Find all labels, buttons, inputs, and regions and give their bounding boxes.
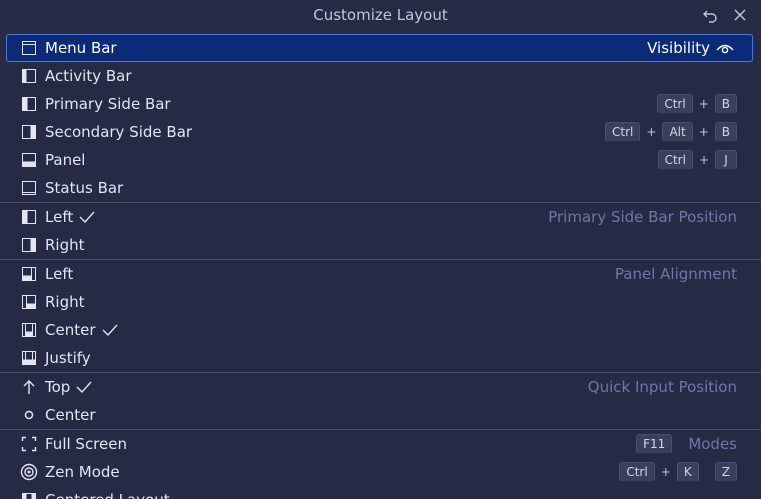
- panel-align-center-icon: [20, 321, 38, 339]
- panel-align-right-option[interactable]: Right: [0, 288, 761, 316]
- keybinding: Ctrl + J: [657, 146, 737, 174]
- check-icon: [76, 380, 92, 394]
- keybinding: Ctrl + B: [657, 90, 737, 118]
- group-label: Modes: [688, 435, 737, 453]
- option-label: Justify: [45, 349, 91, 367]
- option-label: Center: [45, 321, 96, 339]
- option-label: Zen Mode: [45, 463, 120, 481]
- group-label: Primary Side Bar Position: [548, 208, 737, 226]
- layout-options-list: Menu Bar Visibility Activity Bar Primary…: [0, 34, 761, 499]
- status-bar-option[interactable]: Status Bar: [0, 174, 761, 202]
- side-bar-left-icon: [20, 208, 38, 226]
- arrow-up-icon: [20, 378, 38, 396]
- option-label: Activity Bar: [45, 67, 132, 85]
- key: J: [715, 150, 737, 170]
- check-icon: [79, 210, 95, 224]
- key: Z: [714, 462, 737, 482]
- key: B: [714, 94, 737, 114]
- option-label: Menu Bar: [45, 39, 117, 57]
- menu-bar-icon: [20, 39, 38, 57]
- side-bar-right-option[interactable]: Right: [0, 231, 761, 259]
- option-label: Top: [45, 378, 71, 396]
- key: Alt: [662, 122, 693, 142]
- quick-input-top-option[interactable]: Top Quick Input Position: [0, 373, 761, 401]
- dialog-title: Customize Layout: [313, 6, 448, 24]
- panel-align-right-icon: [20, 293, 38, 311]
- secondary-side-bar-option[interactable]: Secondary Side Bar Ctrl + Alt + B: [0, 118, 761, 146]
- zen-mode-icon: [20, 463, 38, 481]
- menu-bar-option[interactable]: Menu Bar Visibility: [6, 34, 753, 62]
- key: Ctrl: [657, 150, 693, 170]
- key: Ctrl: [605, 122, 641, 142]
- key: Ctrl: [657, 94, 693, 114]
- zen-mode-option[interactable]: Zen Mode Ctrl + K Z: [0, 458, 761, 486]
- option-label: Right: [45, 236, 85, 254]
- group-label: Quick Input Position: [587, 378, 737, 396]
- centered-layout-icon: [20, 491, 38, 499]
- side-bar-right-icon: [20, 236, 38, 254]
- keybinding: Ctrl + K Z: [619, 458, 737, 486]
- undo-icon: [703, 10, 717, 23]
- close-icon: [734, 9, 746, 21]
- key: B: [714, 122, 737, 142]
- secondary-side-bar-icon: [20, 123, 38, 141]
- full-screen-option[interactable]: Full Screen F11 Modes: [0, 430, 761, 458]
- keybinding: Ctrl + Alt + B: [605, 118, 737, 146]
- close-button[interactable]: [729, 4, 751, 26]
- option-label: Panel: [45, 151, 86, 169]
- key: K: [676, 462, 699, 482]
- option-label: Centered Layout: [45, 491, 170, 499]
- key: F11: [636, 434, 673, 454]
- primary-side-bar-option[interactable]: Primary Side Bar Ctrl + B: [0, 90, 761, 118]
- reset-button[interactable]: [699, 4, 721, 26]
- option-label: Center: [45, 406, 96, 424]
- eye-icon: [716, 44, 734, 54]
- option-label: Status Bar: [45, 179, 124, 197]
- side-bar-left-option[interactable]: Left Primary Side Bar Position: [0, 203, 761, 231]
- panel-align-left-option[interactable]: Left Panel Alignment: [0, 260, 761, 288]
- group-label: Panel Alignment: [614, 265, 737, 283]
- primary-side-bar-icon: [20, 95, 38, 113]
- activity-bar-icon: [20, 67, 38, 85]
- option-label: Left: [45, 208, 74, 226]
- title-bar: Customize Layout: [0, 0, 761, 30]
- option-label: Full Screen: [45, 435, 127, 453]
- panel-align-left-icon: [20, 265, 38, 283]
- option-label: Right: [45, 293, 85, 311]
- option-label: Left: [45, 265, 74, 283]
- centered-layout-option[interactable]: Centered Layout: [0, 486, 761, 499]
- panel-align-justify-icon: [20, 349, 38, 367]
- panel-option[interactable]: Panel Ctrl + J: [0, 146, 761, 174]
- option-label: Primary Side Bar: [45, 95, 171, 113]
- customize-layout-dialog: Customize Layout Menu Bar Visibility Act…: [0, 0, 761, 499]
- panel-align-center-option[interactable]: Center: [0, 316, 761, 344]
- panel-align-justify-option[interactable]: Justify: [0, 344, 761, 372]
- status-bar-icon: [20, 179, 38, 197]
- option-label: Secondary Side Bar: [45, 123, 193, 141]
- circle-icon: [20, 406, 38, 424]
- key: Ctrl: [619, 462, 655, 482]
- full-screen-icon: [20, 435, 38, 453]
- check-icon: [102, 323, 118, 337]
- activity-bar-option[interactable]: Activity Bar: [0, 62, 761, 90]
- panel-icon: [20, 151, 38, 169]
- visibility-group-label: Visibility: [647, 39, 734, 57]
- quick-input-center-option[interactable]: Center: [0, 401, 761, 429]
